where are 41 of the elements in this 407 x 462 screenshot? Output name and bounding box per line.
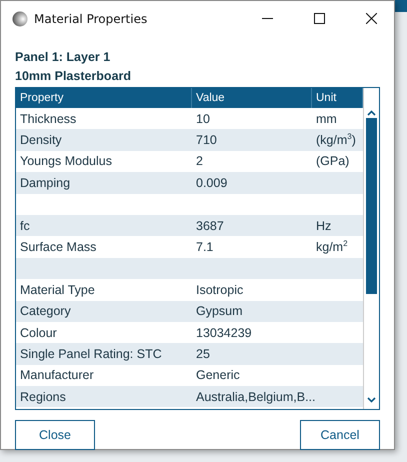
unit-label: mm (315, 112, 338, 126)
property-name: Surface Mass (19, 240, 98, 254)
property-value: 0.009 (195, 176, 228, 190)
window-title: Material Properties (34, 12, 148, 26)
property-value: Gypsum (195, 304, 244, 318)
property-name: Regions (19, 390, 67, 404)
property-name: Category (19, 304, 72, 318)
property-value: Isotropic (195, 282, 244, 297)
panel-heading: Panel 1: Layer 1 (15, 49, 112, 66)
property-value: 2 (195, 154, 204, 168)
property-value: 25 (195, 346, 211, 361)
property-name: Youngs Modulus (19, 154, 113, 168)
property-value: 13034239 (195, 326, 253, 340)
property-value: 10 (195, 112, 211, 126)
property-value: 3687 (195, 218, 225, 233)
maximize-icon[interactable] (314, 13, 324, 24)
scrollbar[interactable] (363, 88, 379, 409)
property-name: Thickness (19, 112, 78, 126)
scroll-down-icon[interactable] (367, 397, 376, 403)
unit-label: Hz (315, 218, 332, 233)
close-icon[interactable] (366, 13, 376, 24)
unit-label: kg/m$^{2}$ (315, 240, 349, 254)
material-name: 10mm Plasterboard (15, 68, 132, 85)
unit-label: (GPa) (315, 154, 350, 168)
property-value: 710 (195, 133, 218, 148)
scrollbar-thumb[interactable] (366, 118, 377, 294)
app-logo-icon (12, 10, 28, 26)
unit-label: (kg/m$^{3}$) (315, 133, 357, 148)
property-name: Colour (19, 326, 58, 340)
property-name: Damping (19, 176, 72, 190)
dialog-button[interactable]: Cancel (300, 420, 380, 450)
property-name: Material Type (19, 282, 96, 297)
scroll-up-icon[interactable] (367, 110, 376, 116)
property-name: Density (19, 133, 63, 148)
property-name: fc (19, 218, 31, 233)
property-value: Generic (195, 368, 241, 382)
property-value: Australia,Belgium,B... (195, 390, 312, 404)
dialog-button[interactable]: Close (15, 420, 95, 450)
property-value: 7.1 (195, 240, 214, 254)
property-name: Manufacturer (19, 368, 95, 382)
property-name: Single Panel Rating: STC (19, 346, 163, 361)
